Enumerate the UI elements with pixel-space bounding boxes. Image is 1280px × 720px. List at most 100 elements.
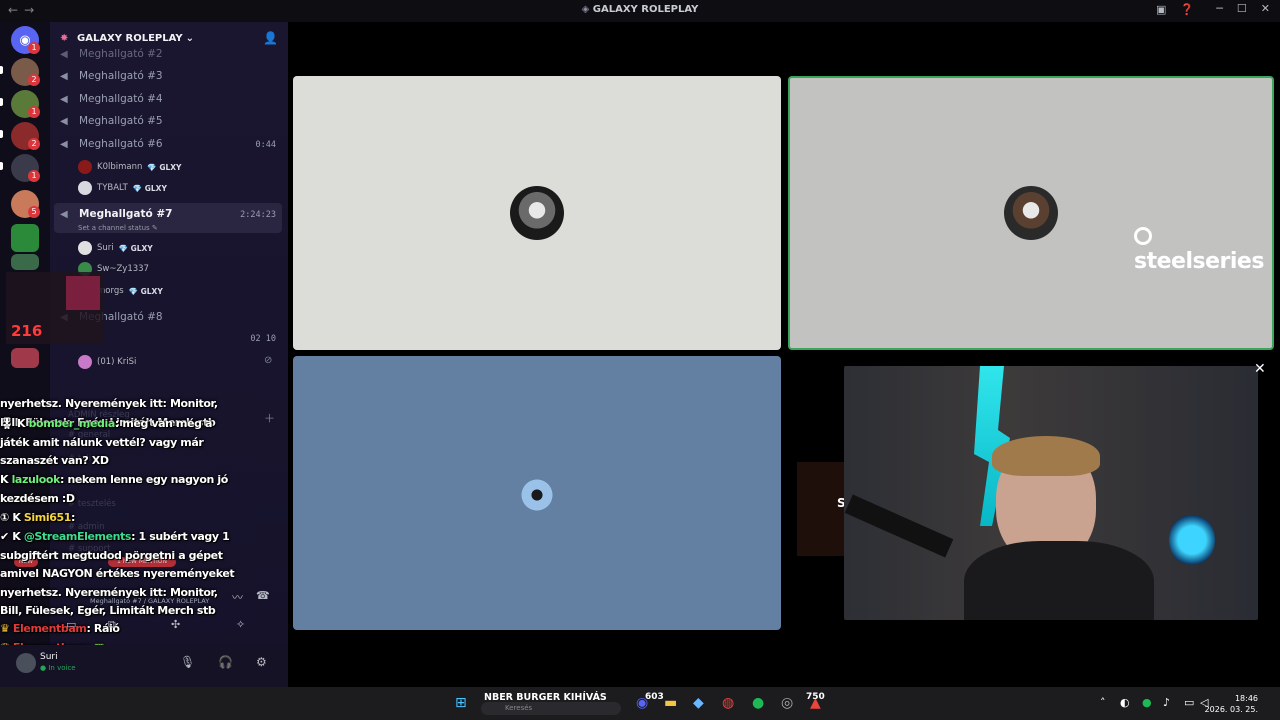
- participant-tile-1[interactable]: [293, 76, 781, 350]
- voice-channel-7[interactable]: ◀︎ Meghallgató #7: [60, 208, 172, 220]
- overlay-counter: 216: [11, 322, 43, 340]
- neon-lamp-decor: [1169, 514, 1215, 566]
- server-icon-6[interactable]: [11, 224, 39, 252]
- voice-channel-3[interactable]: ◀︎ Meghallgató #3: [60, 70, 163, 82]
- channel-timer: 0:44: [255, 140, 276, 150]
- windows-start-icon[interactable]: ⊞: [455, 695, 467, 711]
- server-badge: 2: [28, 74, 40, 86]
- pixel-art-icon: [66, 276, 100, 310]
- user-status: ● In voice: [40, 664, 76, 672]
- mic-arm: [844, 494, 954, 558]
- taskbar-clock[interactable]: 18:46 2026. 03. 25.: [1205, 693, 1258, 715]
- streamer-webcam: [844, 366, 1258, 620]
- user-panel: Suri ● In voice 🎙 🎧 ⚙: [0, 645, 288, 687]
- unread-pip: [0, 66, 3, 74]
- channel-timer: 2:24:23: [240, 210, 276, 220]
- tray-app-icon[interactable]: ●: [1142, 696, 1152, 709]
- unread-pip: [0, 162, 3, 170]
- settings-gear-icon[interactable]: ⚙: [256, 655, 267, 669]
- participant-tile-3[interactable]: [293, 356, 781, 630]
- speaker-icon: ◀︎: [60, 208, 68, 220]
- microphone-icon[interactable]: 🎙: [180, 655, 195, 669]
- voice-channel-2[interactable]: ◀︎ Meghallgató #2: [60, 48, 163, 60]
- pencil-icon: ✎: [151, 224, 158, 232]
- voice-channel-4[interactable]: ◀︎ Meghallgató #4: [60, 93, 163, 105]
- close-webcam-icon[interactable]: ✕: [1254, 361, 1266, 377]
- soundboard-icon[interactable]: ✧: [236, 618, 245, 631]
- stream-overlay-widget: 216: [6, 272, 104, 344]
- wolf-avatar-icon: [510, 186, 564, 240]
- member-tag: 💎 GLXY: [128, 286, 163, 296]
- voice-member[interactable]: Suri 💎 GLXY: [78, 241, 153, 255]
- app-icon[interactable]: ◎: [781, 695, 793, 711]
- tray-network-icon[interactable]: ▭: [1184, 696, 1194, 709]
- window-controls: ─ ☐ ✕: [1216, 2, 1270, 15]
- guild-icon: ✸: [60, 32, 69, 44]
- streamer-shirt: [964, 541, 1154, 620]
- taskbar-search[interactable]: Keresés: [481, 702, 621, 715]
- voice-channel-5[interactable]: ◀︎ Meghallgató #5: [60, 115, 163, 127]
- window-title: ◈ GALAXY ROLEPLAY: [581, 4, 699, 15]
- channel-status[interactable]: Set a channel status ✎: [78, 224, 158, 232]
- member-tag: 💎 GLXY: [132, 183, 167, 193]
- file-explorer-icon[interactable]: ▬: [664, 695, 677, 711]
- guild-logo-icon: ◈: [581, 4, 593, 15]
- member-tag: 💎 GLXY: [118, 243, 153, 253]
- server-badge: 2: [28, 138, 40, 150]
- maximize-icon[interactable]: ☐: [1237, 2, 1247, 15]
- tray-mic-icon[interactable]: ♪: [1163, 696, 1170, 709]
- clock-date: 2026. 03. 25.: [1204, 705, 1258, 714]
- voice-connection-panel: Meghallgató #7 / GALAXY ROLEPLAY 〰 ☎ ▭ ⧉…: [50, 585, 288, 645]
- inbox-icon[interactable]: ▣: [1156, 3, 1166, 16]
- mute-icon: ⊘: [264, 355, 273, 366]
- server-badge: 1: [28, 42, 40, 54]
- app-root: ←→ ◈ GALAXY ROLEPLAY ▣ ❓ ─ ☐ ✕ ◉ 1 2 1 2…: [0, 0, 1280, 720]
- avatar: [78, 181, 92, 195]
- noise-suppression-icon[interactable]: 〰: [232, 589, 243, 605]
- spotify-icon[interactable]: ●: [752, 695, 764, 711]
- user-avatar[interactable]: [16, 653, 36, 673]
- disconnect-icon[interactable]: ☎: [256, 589, 270, 602]
- steam-icon[interactable]: ◆: [693, 695, 704, 711]
- badge-icon: ① K: [0, 511, 24, 524]
- server-badge: 1: [28, 106, 40, 118]
- participant-tile-2-speaking[interactable]: [788, 76, 1274, 350]
- speaker-icon: ◀︎: [60, 70, 68, 82]
- streamer-hair: [992, 436, 1100, 476]
- speaker-icon: ◀︎: [60, 138, 68, 150]
- screenshare-icon[interactable]: ⧉: [108, 618, 116, 632]
- unread-pip: [0, 98, 3, 106]
- user-avatar: [1004, 186, 1058, 240]
- windows-taskbar: ⊞ NBER BURGER KIHÍVÁS Keresés 603 ◉ ▬ ◆ …: [0, 687, 1280, 720]
- steelseries-logo: steelseries: [1134, 224, 1280, 274]
- server-icon-7[interactable]: [11, 254, 39, 270]
- activities-icon[interactable]: ✣: [171, 618, 180, 631]
- guild-name: GALAXY ROLEPLAY: [77, 32, 183, 44]
- channel-user-count: 02 10: [250, 334, 276, 344]
- tray-app-icon[interactable]: ◐: [1120, 696, 1130, 709]
- username: Suri: [40, 652, 58, 662]
- voice-location: Meghallgató #7 / GALAXY ROLEPLAY: [90, 597, 210, 605]
- server-badge: 1: [28, 170, 40, 182]
- unread-pip: [0, 130, 3, 138]
- discord-taskbar-icon[interactable]: ◉: [636, 695, 648, 711]
- add-channel-icon[interactable]: ＋: [264, 410, 275, 426]
- chrome-icon[interactable]: ◍: [722, 695, 734, 711]
- voice-channel-6[interactable]: ◀︎ Meghallgató #6: [60, 138, 163, 150]
- close-icon[interactable]: ✕: [1261, 2, 1270, 15]
- avatar: [78, 241, 92, 255]
- help-icon[interactable]: ❓: [1180, 3, 1194, 16]
- badge-icon: ✔ K: [0, 530, 24, 543]
- chevron-down-icon: ⌄: [185, 32, 195, 44]
- speaker-icon: ◀︎: [60, 93, 68, 105]
- voice-member[interactable]: K0lbimann 💎 GLXY: [78, 160, 181, 174]
- voice-member[interactable]: TYBALT 💎 GLXY: [78, 181, 167, 195]
- speaker-icon: ◀︎: [60, 48, 68, 60]
- clock-time: 18:46: [1234, 694, 1258, 703]
- member-tag: 💎 GLXY: [147, 162, 182, 172]
- tray-expand-icon[interactable]: ˄: [1100, 696, 1106, 709]
- camera-icon[interactable]: ▭: [66, 618, 76, 631]
- invite-people-icon[interactable]: 👤: [263, 31, 278, 45]
- headphones-icon[interactable]: 🎧: [218, 655, 233, 669]
- minimize-icon[interactable]: ─: [1216, 2, 1223, 15]
